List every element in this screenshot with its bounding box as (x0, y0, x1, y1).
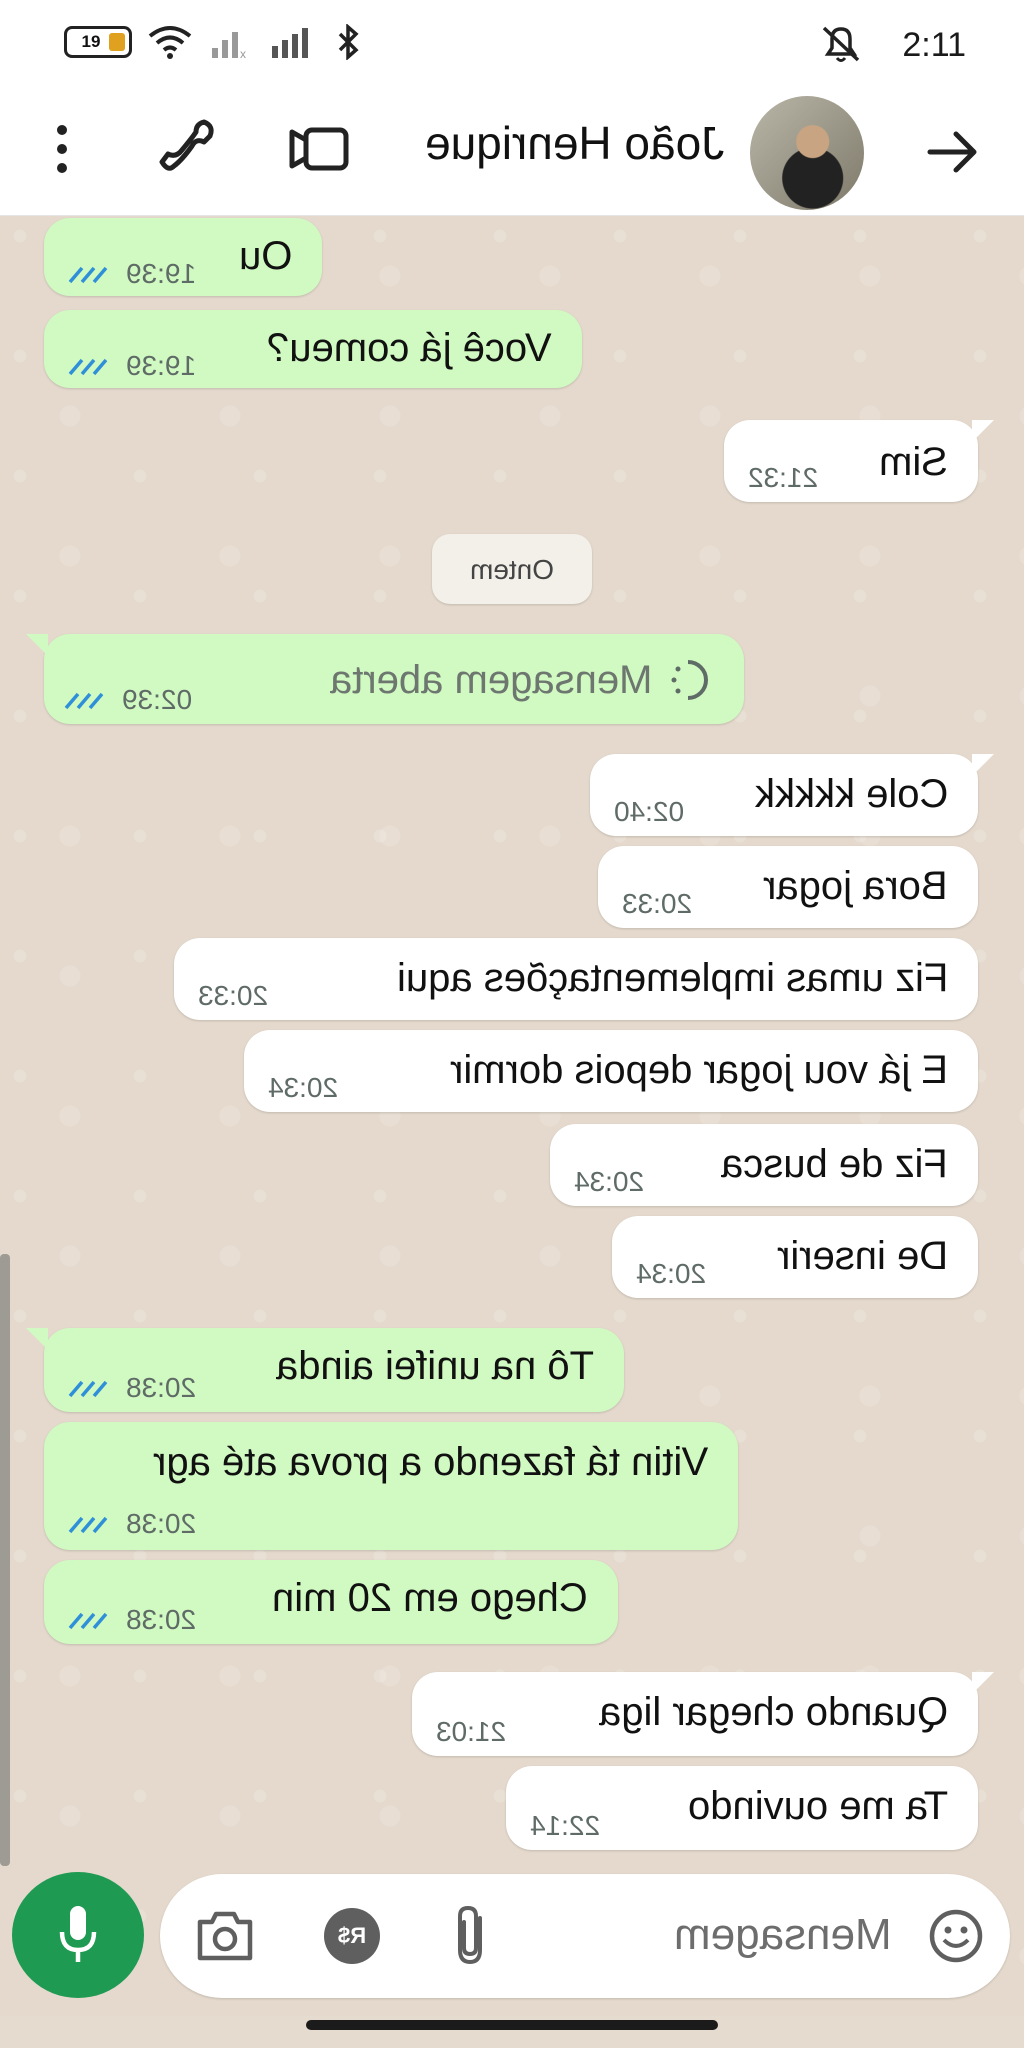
read-ticks-icon (68, 1380, 108, 1398)
message-time: 20:34 (268, 1072, 339, 1103)
message-time: 20:33 (622, 888, 693, 919)
message-text: Cole kkkkk (754, 772, 948, 816)
date-separator: Ontem (432, 534, 592, 604)
message-bubble-outgoing[interactable]: Você já comeu? 19:39 (44, 310, 582, 388)
message-text: Chego em 20 min (272, 1576, 588, 1620)
message-time: 20:34 (636, 1258, 707, 1289)
message-time: 22:14 (530, 1810, 601, 1841)
message-text: Bora jogar (763, 864, 948, 908)
mute-notifications-icon (822, 26, 860, 62)
message-time: 02:39 (122, 684, 193, 715)
back-arrow-icon[interactable] (920, 120, 984, 184)
message-text: Vitin tá fazendo a prova até agr (152, 1440, 708, 1484)
read-ticks-icon (64, 692, 104, 710)
read-ticks-icon (68, 266, 108, 284)
date-separator-label: Ontem (469, 554, 555, 585)
message-bubble-incoming[interactable]: Sim 21:32 (724, 420, 978, 502)
view-once-icon (671, 660, 708, 700)
message-text: Você já comeu? (267, 326, 552, 370)
message-time: 20:38 (126, 1372, 197, 1403)
message-text: Quando chegar liga (598, 1690, 948, 1734)
message-text: Sim (879, 440, 948, 484)
message-bubble-incoming[interactable]: Ta me ouvindo 22:14 (506, 1766, 978, 1850)
microphone-icon (59, 1906, 97, 1962)
message-text: De inserir (776, 1234, 948, 1278)
bubble-tail (972, 754, 994, 776)
message-input[interactable]: Mensagem (674, 1910, 892, 1960)
message-text: E já vou jogar depois dormir (449, 1048, 948, 1092)
message-text: Tô na unifei ainda (275, 1344, 594, 1388)
message-bubble-outgoing[interactable]: Chego em 20 min 20:38 (44, 1560, 618, 1644)
chat-scrollbar[interactable] (0, 1254, 10, 1866)
camera-icon[interactable] (194, 1908, 256, 1964)
message-time: 02:40 (614, 796, 685, 827)
contact-avatar[interactable] (750, 96, 864, 210)
message-time: 20:38 (126, 1604, 197, 1635)
message-bubble-incoming[interactable]: Fiz umas implementações aqui 20:33 (174, 938, 978, 1020)
message-time: 21:03 (436, 1716, 507, 1747)
signal-icon (272, 28, 308, 58)
message-time: 20:33 (198, 980, 269, 1011)
status-time: 2:11 (902, 26, 966, 64)
message-bubble-incoming[interactable]: Bora jogar 20:33 (598, 846, 978, 928)
message-time: 21:32 (748, 462, 819, 493)
message-text: Ou (238, 234, 292, 278)
message-bubble-incoming[interactable]: Cole kkkkk 02:40 (590, 754, 978, 836)
message-time: 19:39 (126, 350, 197, 381)
more-options-icon[interactable] (44, 114, 80, 184)
read-ticks-icon (68, 358, 108, 376)
svg-text:x: x (240, 47, 246, 60)
bubble-tail (26, 1328, 48, 1350)
message-time: 20:34 (574, 1166, 645, 1197)
message-text: Fiz de busca (721, 1142, 948, 1186)
message-bubble-incoming[interactable]: Fiz de busca 20:34 (550, 1124, 978, 1206)
home-indicator[interactable] (306, 2020, 718, 2030)
message-bubble-incoming[interactable]: De inserir 20:34 (612, 1216, 978, 1298)
voice-call-icon[interactable] (152, 114, 222, 184)
video-call-icon[interactable] (286, 114, 356, 184)
payment-icon-label: R$ (337, 1923, 367, 1948)
bubble-tail (972, 420, 994, 442)
message-bubble-outgoing[interactable]: Mensagem aberta 02:39 (44, 634, 744, 724)
bubble-tail (972, 1672, 994, 1694)
read-ticks-icon (68, 1516, 108, 1534)
emoji-icon[interactable] (926, 1906, 986, 1966)
voice-message-button[interactable] (12, 1872, 144, 1998)
wifi-icon (148, 26, 192, 59)
read-ticks-icon (68, 1612, 108, 1630)
message-text: Fiz umas implementações aqui (396, 956, 948, 1000)
message-time: 20:38 (126, 1508, 197, 1539)
status-bar: 19 x 2:11 (0, 0, 1024, 90)
chat-header: João Henrique (0, 90, 1024, 216)
payment-icon[interactable]: R$ (324, 1908, 380, 1964)
bubble-tail (26, 634, 48, 656)
bluetooth-icon (338, 24, 359, 60)
contact-name[interactable]: João Henrique (425, 116, 724, 170)
battery-icon: 19 (64, 26, 132, 58)
message-bubble-incoming[interactable]: E já vou jogar depois dormir 20:34 (244, 1030, 978, 1112)
message-text: Ta me ouvindo (687, 1784, 948, 1828)
battery-level: 19 (81, 32, 101, 51)
message-bubble-outgoing[interactable]: Vitin tá fazendo a prova até agr 20:38 (44, 1422, 738, 1550)
message-bubble-outgoing[interactable]: Ou 19:39 (44, 218, 322, 296)
message-text: Mensagem aberta (329, 658, 652, 702)
message-bubble-outgoing[interactable]: Tô na unifei ainda 20:38 (44, 1328, 624, 1412)
message-time: 19:39 (126, 258, 197, 289)
signal-weak-icon: x (212, 32, 246, 60)
status-icons: 19 x (64, 24, 362, 60)
message-input-bar[interactable]: Mensagem R$ (160, 1874, 1010, 1998)
message-bubble-incoming[interactable]: Quando chegar liga 21:03 (412, 1672, 978, 1756)
attach-icon[interactable] (450, 1904, 496, 1968)
